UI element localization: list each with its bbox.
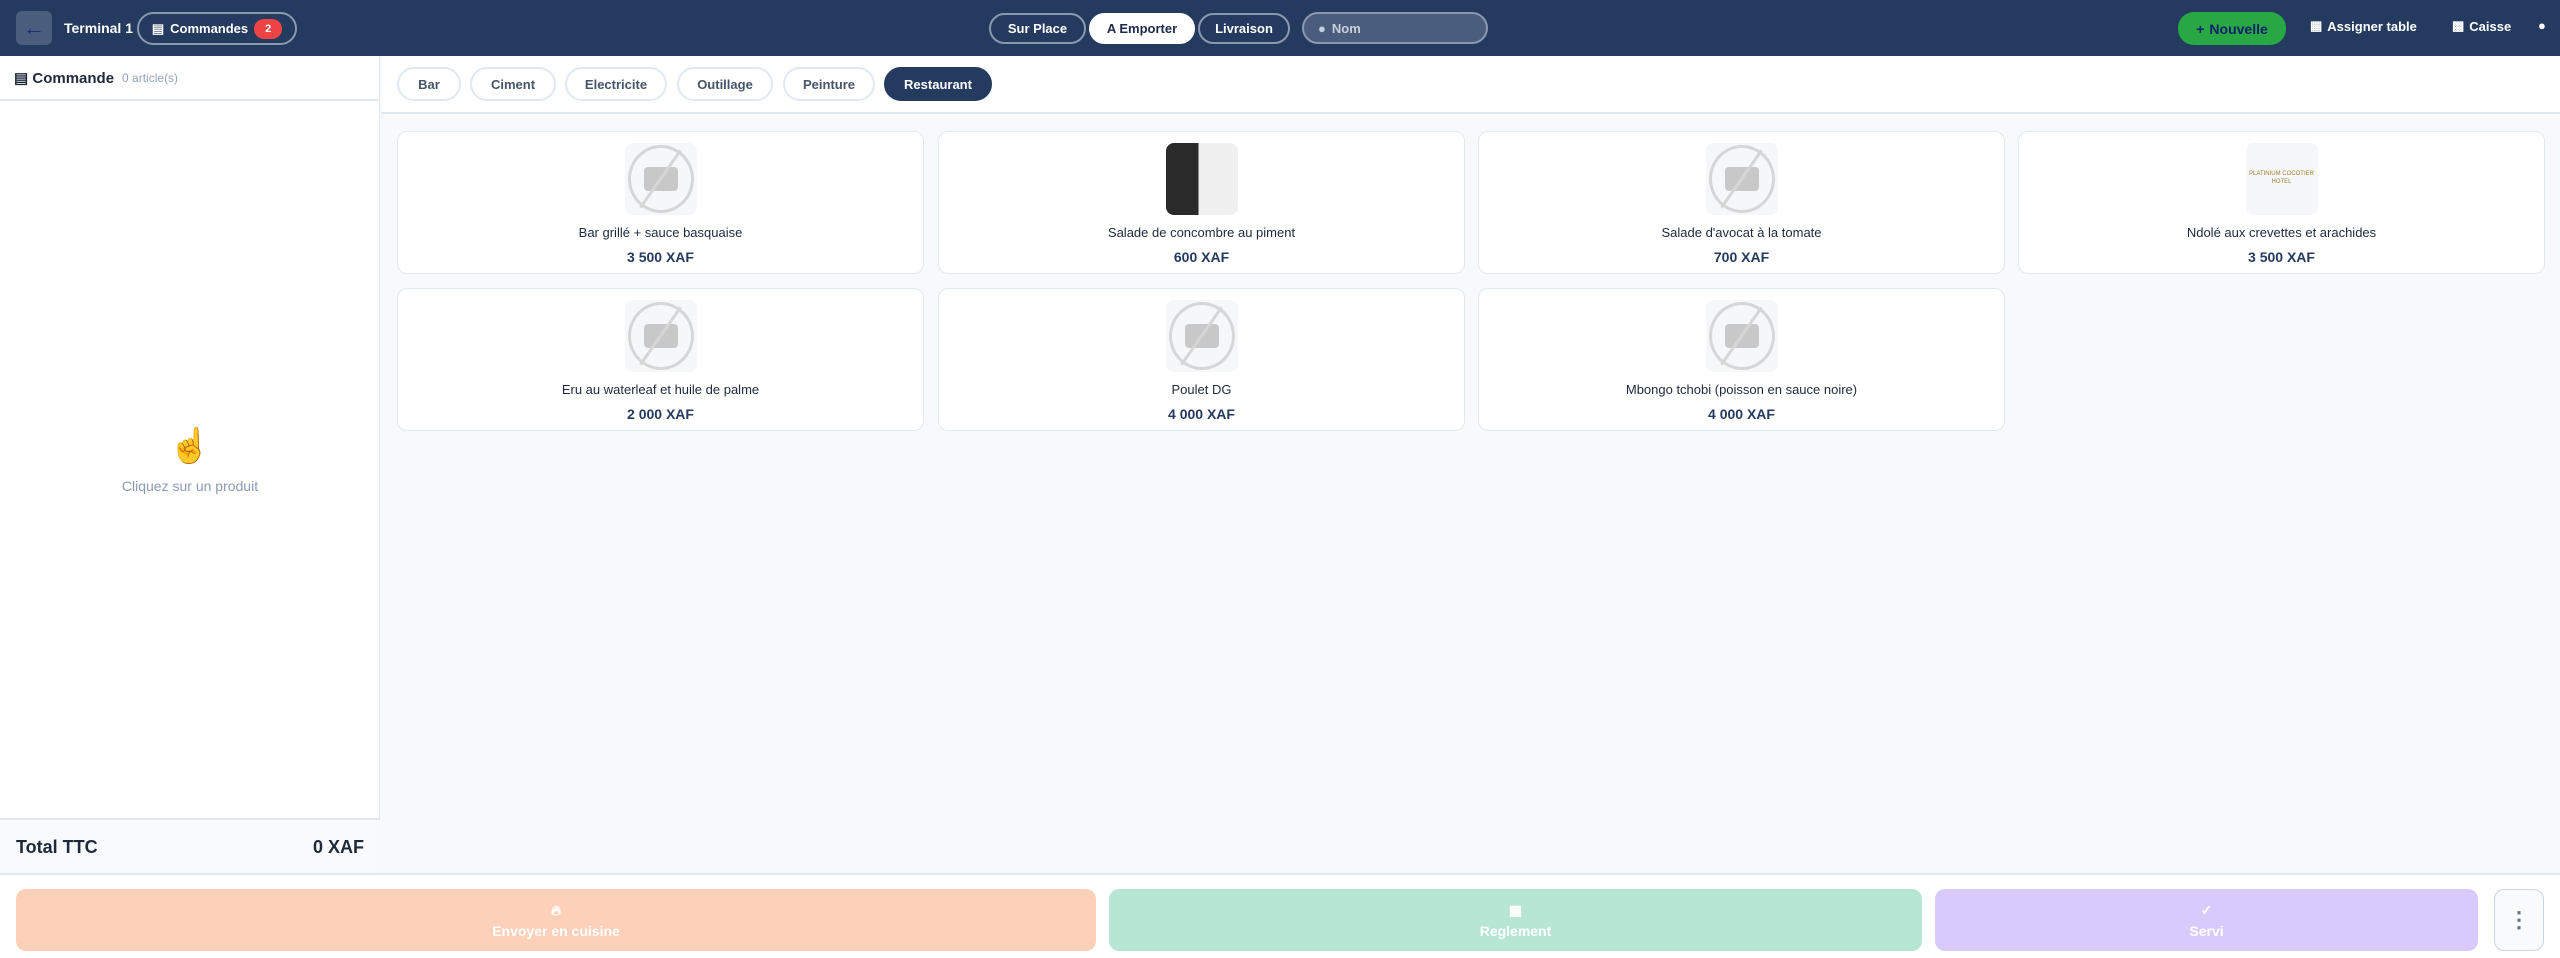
cash-register-icon: ▩ — [1508, 901, 1523, 918]
product-name: Salade d'avocat à la tomate — [1661, 225, 1822, 240]
cash-register-icon: ▩ — [2452, 18, 2465, 33]
plus-icon: + — [2196, 20, 2205, 37]
orders-label: Commandes — [170, 21, 249, 36]
top-bar: ← Terminal 1 ▤ Commandes 2 Sur Place A E… — [0, 0, 2560, 56]
mode-livraison[interactable]: Livraison — [1198, 13, 1290, 44]
tab-ciment[interactable]: Ciment — [470, 67, 556, 101]
product-card[interactable]: Eru au waterleaf et huile de palme 2 000 … — [397, 288, 924, 431]
product-card[interactable]: Poulet DG 4 000 XAF — [938, 288, 1465, 431]
no-image-icon — [1168, 302, 1235, 370]
product-card[interactable]: Mbongo tchobi (poisson en sauce noire) 4 … — [1478, 288, 2005, 431]
total-value: 0 XAF — [312, 837, 364, 857]
tab-electricite[interactable]: Electricite — [565, 67, 667, 101]
new-order-button[interactable]: + Nouvelle — [2178, 12, 2286, 45]
no-image-icon — [1708, 302, 1775, 370]
customer-name-input[interactable]: ● Nom — [1302, 12, 1488, 44]
product-name: Poulet DG — [1171, 382, 1232, 397]
total-row: Total TTC 0 XAF — [0, 818, 380, 875]
product-price: 700 XAF — [1713, 249, 1770, 265]
order-title-text: Commande — [32, 69, 115, 87]
no-image-icon — [627, 302, 694, 370]
product-image-frame — [624, 143, 697, 215]
tab-peinture[interactable]: Peinture — [783, 67, 875, 101]
user-icon: ● — [1318, 20, 1326, 36]
order-count: 0 article(s) — [122, 70, 179, 85]
order-panel: ▤ Commande 0 article(s) ☝ Cliquez sur un… — [0, 56, 380, 875]
product-image-frame: PLATINIUM COCOTIER HOTEL — [2245, 143, 2318, 215]
cash-register-button[interactable]: ▩ Caisse — [2452, 18, 2511, 34]
tab-restaurant[interactable]: Restaurant — [884, 67, 992, 101]
camera-icon — [1184, 324, 1219, 348]
product-image-frame — [1165, 143, 1238, 215]
arrow-left-icon: ← — [23, 15, 45, 40]
mode-a-emporter[interactable]: A Emporter — [1089, 13, 1195, 44]
receipt-icon: ▤ — [14, 69, 29, 87]
product-image-frame — [1705, 300, 1778, 372]
cash-label: Caisse — [2469, 18, 2512, 34]
order-header: ▤ Commande 0 article(s) — [0, 56, 380, 101]
name-placeholder: Nom — [1331, 20, 1361, 36]
action-bar: 🔥︎ Envoyer en cuisine ▩ Reglement ✓ Servi ⋮ — [0, 873, 2560, 958]
list-icon: ▤ — [151, 20, 165, 36]
more-options-button[interactable]: ⋮ — [2494, 889, 2544, 951]
tab-bar[interactable]: Bar — [397, 67, 461, 101]
product-card[interactable]: Salade d'avocat à la tomate 700 XAF — [1478, 131, 2005, 274]
user-menu-button[interactable]: ● — [2538, 18, 2546, 33]
assign-label: Assigner table — [2327, 18, 2417, 34]
hotel-logo-image: PLATINIUM COCOTIER HOTEL — [2249, 171, 2314, 185]
total-label: Total TTC — [16, 837, 98, 857]
product-image-frame — [1705, 143, 1778, 215]
product-name: Ndolé aux crevettes et arachides — [2186, 225, 2377, 240]
payment-button[interactable]: ▩ Reglement — [1109, 889, 1922, 951]
user-icon: ● — [2538, 18, 2546, 33]
fire-icon: 🔥︎ — [550, 901, 562, 918]
assign-table-button[interactable]: ▦ Assigner table — [2310, 18, 2417, 34]
product-image-frame — [624, 300, 697, 372]
new-label: Nouvelle — [2209, 20, 2268, 37]
more-vertical-icon: ⋮ — [2508, 907, 2530, 932]
product-price: 3 500 XAF — [2248, 249, 2315, 265]
orders-count-badge: 2 — [254, 18, 283, 39]
product-price: 4 000 XAF — [1708, 406, 1775, 422]
mode-sur-place[interactable]: Sur Place — [989, 13, 1086, 44]
product-card[interactable]: Salade de concombre au piment 600 XAF — [938, 131, 1465, 274]
category-tabs: Bar Ciment Electricite Outillage Peintur… — [381, 56, 2560, 114]
product-image-frame — [1165, 300, 1238, 372]
order-title: ▤ Commande — [14, 69, 114, 87]
back-button[interactable]: ← — [16, 11, 52, 45]
product-card[interactable]: PLATINIUM COCOTIER HOTEL Ndolé aux crevet… — [2018, 131, 2545, 274]
product-price: 2 000 XAF — [627, 406, 694, 422]
camera-icon — [1724, 167, 1759, 191]
served-label: Servi — [2189, 922, 2224, 939]
camera-icon — [643, 167, 678, 191]
served-button[interactable]: ✓ Servi — [1935, 889, 2478, 951]
product-price: 4 000 XAF — [1168, 406, 1235, 422]
product-name: Salade de concombre au piment — [1107, 225, 1296, 240]
pay-label: Reglement — [1479, 922, 1552, 939]
send-to-kitchen-button[interactable]: 🔥︎ Envoyer en cuisine — [16, 889, 1096, 951]
empty-hint: Cliquez sur un produit — [121, 478, 259, 494]
chair-icon: ▦ — [2310, 18, 2323, 33]
empty-order: ☝ Cliquez sur un produit — [0, 426, 380, 494]
product-name: Eru au waterleaf et huile de palme — [561, 382, 760, 397]
product-price: 3 500 XAF — [627, 249, 694, 265]
no-image-icon — [627, 145, 694, 213]
camera-icon — [643, 324, 678, 348]
terminal-label: Terminal 1 — [64, 20, 133, 36]
orders-button[interactable]: ▤ Commandes 2 — [137, 12, 297, 45]
product-card[interactable]: Bar grillé + sauce basquaise 3 500 XAF — [397, 131, 924, 274]
product-name: Bar grillé + sauce basquaise — [578, 225, 743, 240]
pointer-hand-icon: ☝ — [168, 427, 212, 465]
tab-outillage[interactable]: Outillage — [677, 67, 773, 101]
product-name: Mbongo tchobi (poisson en sauce noire) — [1625, 382, 1858, 397]
no-image-icon — [1708, 145, 1775, 213]
send-label: Envoyer en cuisine — [492, 922, 620, 939]
product-price: 600 XAF — [1173, 249, 1230, 265]
double-check-icon: ✓ — [2200, 901, 2213, 918]
product-image — [1165, 143, 1238, 215]
camera-icon — [1724, 324, 1759, 348]
